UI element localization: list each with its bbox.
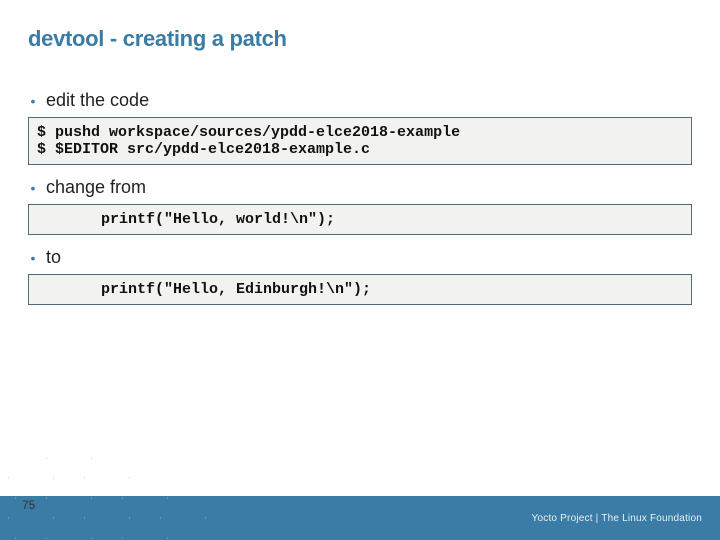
code-block-commands: $ pushd workspace/sources/ypdd-elce2018-… [28, 117, 692, 165]
bullet-item: • to [28, 247, 692, 268]
bullet-dot-icon: • [28, 92, 38, 110]
bullet-item: • change from [28, 177, 692, 198]
footer-text: Yocto Project | The Linux Foundation [532, 513, 702, 524]
bullet-text: edit the code [46, 90, 149, 111]
code-block-before: printf("Hello, world!\n"); [28, 204, 692, 235]
bullet-dot-icon: • [28, 179, 38, 197]
bullet-text: change from [46, 177, 146, 198]
hexagon-background [0, 408, 270, 540]
page-number: 75 [22, 498, 35, 512]
bullet-item: • edit the code [28, 90, 692, 111]
code-block-after: printf("Hello, Edinburgh!\n"); [28, 274, 692, 305]
slide: devtool - creating a patch • edit the co… [0, 0, 720, 540]
bullet-dot-icon: • [28, 249, 38, 267]
slide-content: • edit the code $ pushd workspace/source… [28, 80, 692, 317]
bullet-text: to [46, 247, 61, 268]
slide-title: devtool - creating a patch [28, 26, 287, 52]
